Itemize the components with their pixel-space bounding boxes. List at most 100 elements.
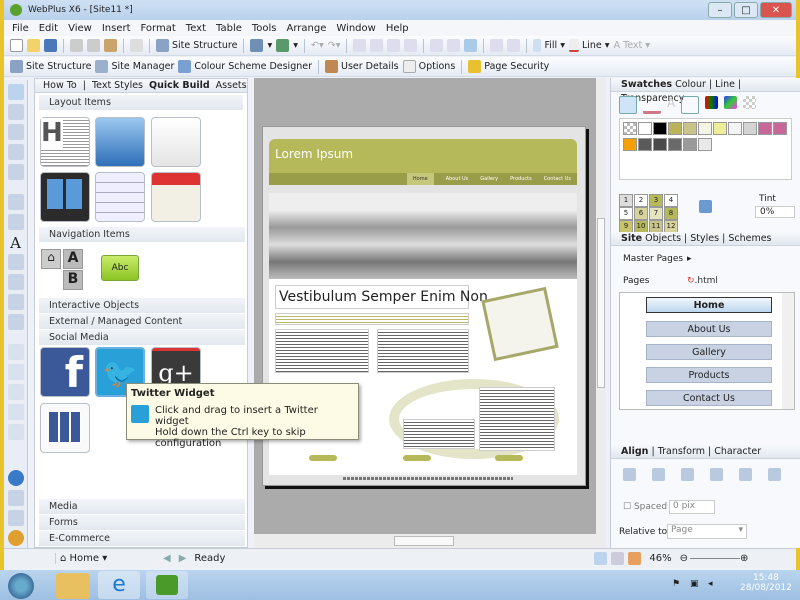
scheme-colour-1[interactable]: 1 — [619, 194, 633, 207]
font-icon[interactable] — [7, 510, 24, 526]
action-center-icon[interactable]: ⚑ — [672, 579, 680, 589]
tab-transform[interactable]: Transform — [658, 446, 705, 457]
mountain-hero-image[interactable] — [269, 193, 577, 279]
crop-tool-icon[interactable] — [7, 294, 24, 310]
zoom-out-button[interactable]: ⊖ — [680, 553, 688, 564]
save-icon[interactable] — [44, 39, 57, 52]
table-icon[interactable] — [490, 39, 504, 52]
colour-swatch[interactable] — [698, 138, 712, 151]
zoom-in-button[interactable]: ⊕ — [740, 553, 748, 564]
section-interactive-objects[interactable]: Interactive Objects — [39, 298, 245, 313]
page-heading[interactable]: Vestibulum Semper Enim Non — [275, 285, 488, 309]
colour-swatch[interactable] — [728, 122, 742, 135]
zoom-tool-icon[interactable] — [611, 552, 625, 565]
preview-icon[interactable] — [250, 39, 264, 52]
publish-icon[interactable] — [276, 39, 290, 52]
section-external-managed-content[interactable]: External / Managed Content — [39, 314, 245, 329]
minimize-button[interactable]: – — [708, 2, 732, 18]
hyperlink-tool-icon[interactable] — [7, 344, 24, 360]
webplus-taskbar-icon[interactable] — [146, 571, 188, 599]
media-tool-icon[interactable] — [7, 384, 24, 400]
colour-swatch[interactable] — [653, 138, 667, 151]
arrange-icon-4[interactable] — [404, 39, 418, 52]
page-item-home[interactable]: Home — [646, 297, 772, 313]
section-social-media[interactable]: Social Media — [39, 330, 245, 345]
site-structure-button[interactable]: Site Structure — [156, 39, 237, 52]
site-manager-button[interactable]: Site Manager — [95, 60, 174, 73]
user-details-button[interactable]: User Details — [325, 60, 399, 73]
menu-insert[interactable]: Insert — [102, 23, 131, 34]
internet-explorer-taskbar-icon[interactable]: e — [98, 571, 140, 599]
page-select[interactable]: ⌂ Home ▾ — [55, 553, 155, 564]
colour-swatch[interactable] — [668, 122, 682, 135]
horizontal-scrollbar[interactable] — [254, 534, 606, 548]
info-tool-icon[interactable] — [7, 364, 24, 380]
page-a-icon[interactable] — [34, 552, 47, 565]
align-middle-icon[interactable] — [768, 468, 781, 481]
menu-window[interactable]: Window — [336, 23, 375, 34]
section-media[interactable]: Media — [39, 499, 245, 514]
menu-tools[interactable]: Tools — [252, 23, 277, 34]
line-swatch-icon[interactable] — [643, 96, 661, 114]
colour-swatch[interactable] — [623, 138, 637, 151]
fill-tool-icon[interactable] — [7, 254, 24, 270]
group-icon[interactable] — [447, 39, 461, 52]
table-tile[interactable] — [95, 172, 145, 222]
align-bottom-icon[interactable] — [652, 468, 665, 481]
site-structure-button-2[interactable]: Site Structure — [10, 60, 91, 73]
arrange-icon-2[interactable] — [370, 39, 384, 52]
artistic-text-tool-icon[interactable]: A — [8, 234, 24, 252]
menu-arrange[interactable]: Arrange — [287, 23, 327, 34]
scheme-colour-5[interactable]: 5 — [619, 207, 633, 220]
colour-swatch[interactable] — [638, 138, 652, 151]
photo-gallery-tile[interactable] — [40, 172, 90, 222]
colour-swatch[interactable] — [773, 122, 787, 135]
sidebar-text[interactable] — [479, 387, 555, 451]
section-forms[interactable]: Forms — [39, 515, 245, 530]
options-button[interactable]: Options — [402, 60, 455, 73]
scheme-colour-3[interactable]: 3 — [649, 194, 663, 207]
tab-quick-build[interactable]: Quick Build — [149, 80, 210, 91]
close-button[interactable]: ✕ — [760, 2, 792, 18]
html-button[interactable]: ↻.html — [687, 276, 718, 286]
page-security-button[interactable]: Page Security — [468, 60, 549, 73]
picture-placeholder[interactable] — [481, 286, 559, 362]
zoom-slider[interactable] — [690, 558, 741, 559]
network-icon[interactable]: ▣ — [690, 579, 699, 589]
tint-field[interactable]: 0% — [755, 206, 795, 218]
site-nav-contact[interactable]: Contact Us — [544, 173, 571, 185]
ecommerce-tool-icon[interactable] — [7, 424, 24, 440]
hand-tool-icon[interactable] — [628, 552, 642, 565]
palette-icon[interactable] — [705, 96, 719, 109]
page-canvas[interactable]: Lorem Ipsum Home About Us Gallery Produc… — [254, 78, 606, 548]
tab-how-to[interactable]: How To — [43, 80, 77, 91]
new-icon[interactable] — [10, 39, 23, 52]
box-tile[interactable] — [151, 117, 201, 167]
menu-help[interactable]: Help — [386, 23, 409, 34]
menu-text[interactable]: Text — [186, 23, 206, 34]
gradient-icon[interactable] — [724, 96, 738, 109]
feature-text[interactable] — [403, 419, 475, 449]
explorer-taskbar-icon[interactable] — [56, 573, 90, 599]
colour-swatch[interactable] — [683, 138, 697, 151]
pattern-icon[interactable] — [743, 96, 757, 109]
tab-align[interactable]: Align — [621, 446, 648, 457]
align-top-icon[interactable] — [623, 468, 636, 481]
colour-swatch[interactable] — [758, 122, 772, 135]
text-button[interactable]: A Text ▾ — [614, 40, 651, 51]
read-more-button[interactable] — [309, 455, 337, 461]
spacing-field[interactable]: 0 pix — [669, 500, 715, 514]
intro-text[interactable] — [275, 313, 469, 325]
tab-line[interactable]: Line — [715, 79, 735, 90]
tab-text-styles[interactable]: Text Styles — [92, 80, 143, 91]
undo-icon[interactable]: ↶▾ — [311, 40, 324, 51]
cut-icon[interactable] — [70, 39, 83, 52]
open-icon[interactable] — [27, 39, 40, 52]
picture-tile[interactable] — [95, 117, 145, 167]
colour-swatch[interactable] — [713, 122, 727, 135]
tab-objects[interactable]: Objects — [645, 233, 681, 244]
tab-styles[interactable]: Styles — [690, 233, 719, 244]
colour-swatch[interactable] — [668, 138, 682, 151]
read-more-button[interactable] — [495, 455, 523, 461]
tab-assets[interactable]: Assets — [216, 80, 247, 91]
